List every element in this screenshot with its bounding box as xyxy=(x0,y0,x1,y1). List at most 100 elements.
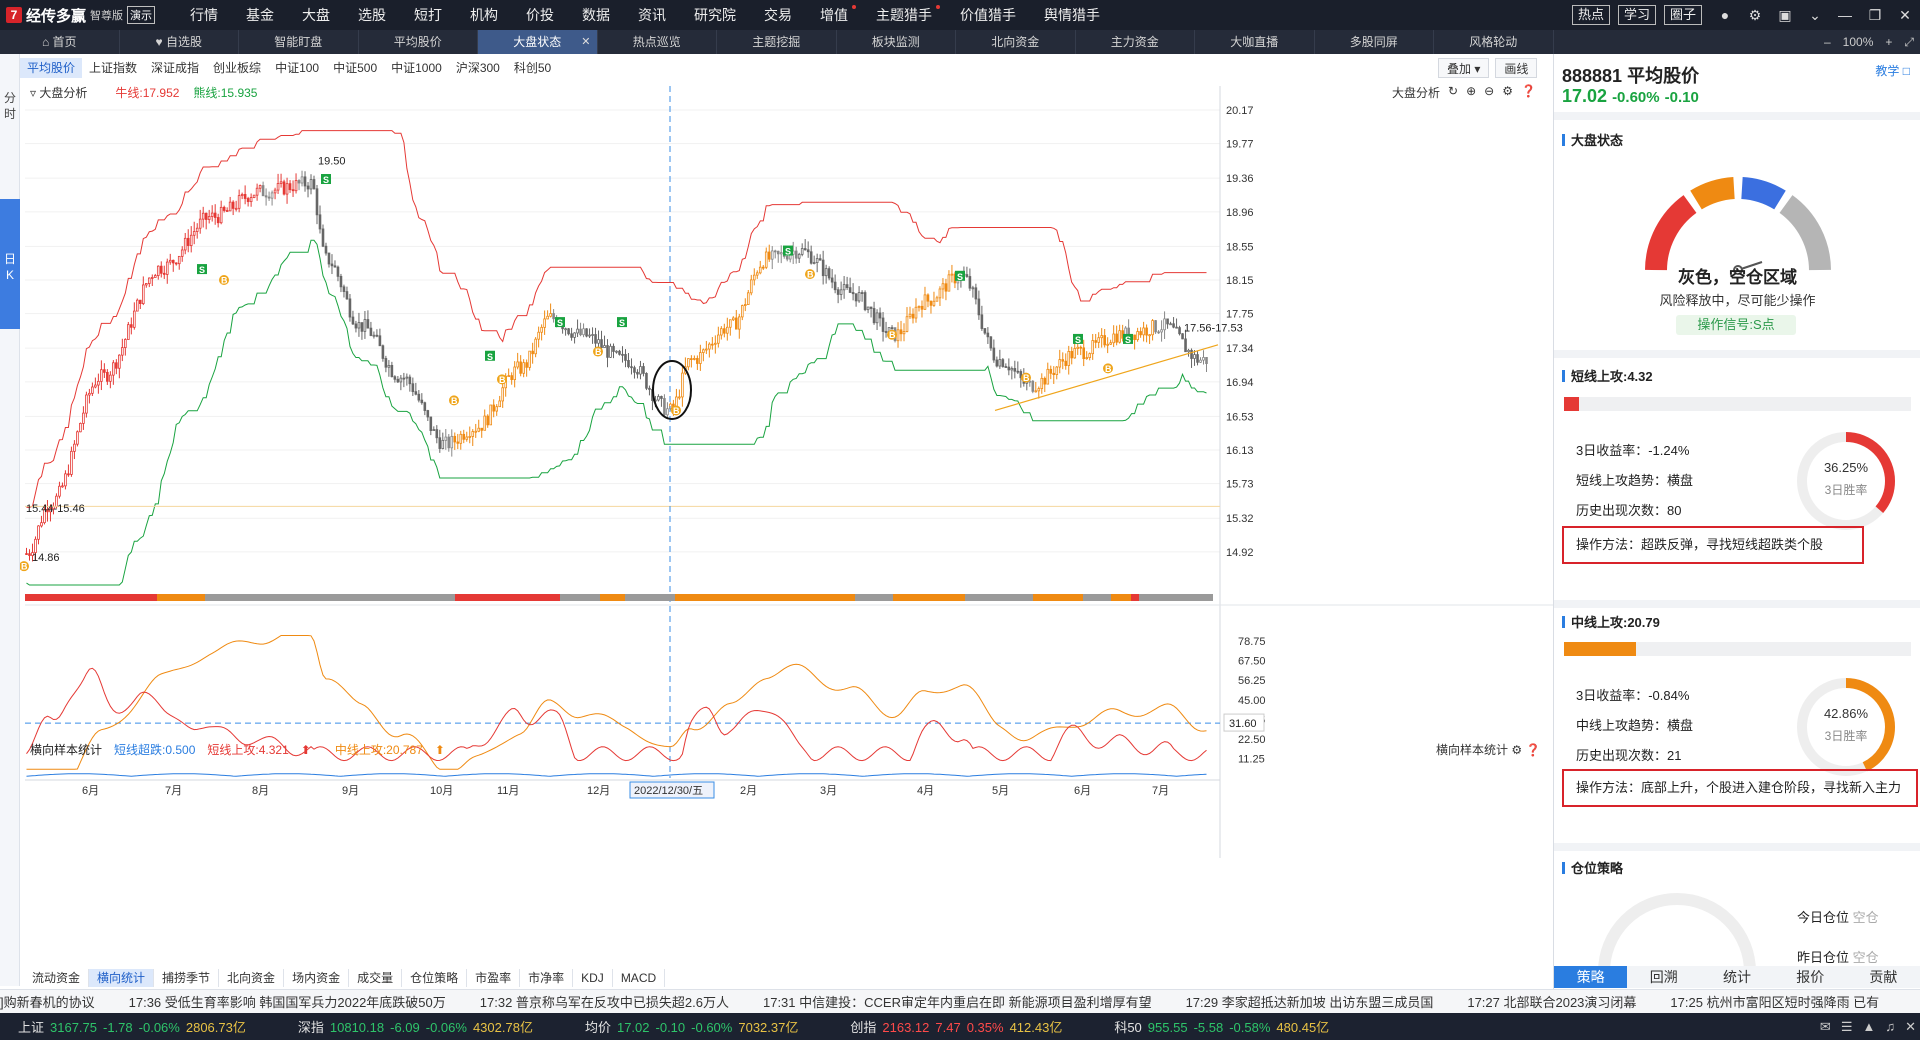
page-tab[interactable]: 风格轮动 xyxy=(1434,30,1554,54)
indicator-help-icon[interactable]: ❓ xyxy=(1525,743,1540,757)
page-tab[interactable]: ⌂ 首页 xyxy=(0,30,120,54)
menu-item[interactable]: 数据 xyxy=(568,5,624,25)
indicator-tab[interactable]: 捕捞季节 xyxy=(154,969,220,987)
menu-item[interactable]: 增值 xyxy=(806,5,862,25)
indicator-tab[interactable]: 横向统计 xyxy=(89,969,155,987)
index-tab[interactable]: 中证100 xyxy=(268,58,326,78)
page-tab[interactable]: 主力资金 xyxy=(1076,30,1195,54)
mail-icon[interactable]: ✉ xyxy=(1820,1019,1831,1035)
page-tab[interactable]: 北向资金 xyxy=(956,30,1076,54)
index-tab[interactable]: 深证成指 xyxy=(144,58,206,78)
candle-body xyxy=(213,212,217,218)
page-tab[interactable]: 热点巡览 xyxy=(598,30,717,54)
status-index[interactable]: 创指 2163.12 7.47 0.35% 412.43亿 xyxy=(850,1017,1068,1036)
page-tab[interactable]: 大咖直播 xyxy=(1195,30,1315,54)
news-item[interactable]: 17:27 北部联合2023演习闭幕 xyxy=(1467,992,1636,1011)
index-tab[interactable]: 中证1000 xyxy=(384,58,449,78)
candle-body xyxy=(70,450,73,475)
panel-tab[interactable]: 回溯 xyxy=(1627,966,1700,988)
page-tab[interactable]: 大盘状态 ✕ xyxy=(478,30,598,54)
panel-tab[interactable]: 统计 xyxy=(1700,966,1773,988)
page-tab[interactable]: 多股同屏 xyxy=(1315,30,1434,54)
hot-button[interactable]: 热点 xyxy=(1571,5,1610,25)
menu-item[interactable]: 资讯 xyxy=(624,5,680,25)
menu-item[interactable]: 大盘 xyxy=(288,5,344,25)
status-index[interactable]: 科50 955.55 -5.58 -0.58% 480.45亿 xyxy=(1114,1017,1335,1036)
draw-line-button[interactable]: 画线 xyxy=(1495,58,1538,78)
candle-body xyxy=(243,194,247,199)
minimize-dropdown-icon[interactable]: ⌄ xyxy=(1800,7,1830,24)
intraday-tab[interactable]: 分时 xyxy=(3,90,17,122)
panel-tab[interactable]: 贡献 xyxy=(1847,966,1920,988)
menu-item[interactable]: 价投 xyxy=(512,5,568,25)
restore-icon[interactable]: ❐ xyxy=(1860,7,1890,24)
candle-body xyxy=(330,263,334,267)
menu-item[interactable]: 短打 xyxy=(400,5,456,25)
indicator-tab[interactable]: 市净率 xyxy=(520,969,574,987)
page-tab[interactable]: 板块监测 xyxy=(837,30,956,54)
indicator-tab[interactable]: 市盈率 xyxy=(467,969,521,987)
sound-icon[interactable]: ♫ xyxy=(1885,1019,1895,1034)
page-tab[interactable]: ♥ 自选股 xyxy=(120,30,239,54)
status-index[interactable]: 均价 17.02 -0.10 -0.60% 7032.37亿 xyxy=(585,1017,804,1036)
overlay-button[interactable]: 叠加 ▾ xyxy=(1438,58,1490,78)
menu-item[interactable]: 舆情猎手 xyxy=(1030,5,1114,25)
user-icon[interactable]: ● xyxy=(1710,7,1740,23)
minimize-icon[interactable]: — xyxy=(1830,7,1860,23)
page-tab[interactable]: 智能盯盘 xyxy=(239,30,359,54)
news-item[interactable]: 17:36 受低生育率影响 韩国国军兵力2022年底跌破50万 xyxy=(129,992,446,1011)
expand-icon[interactable]: ⤢ xyxy=(1898,35,1920,50)
signal-icon[interactable]: ▲ xyxy=(1862,1019,1875,1034)
learn-button[interactable]: 学习 xyxy=(1617,5,1656,25)
close-icon[interactable]: ✕ xyxy=(1890,7,1920,24)
page-tab[interactable]: 平均股价 xyxy=(359,30,478,54)
index-tab[interactable]: 沪深300 xyxy=(449,58,507,78)
menu-item[interactable]: 行情 xyxy=(176,5,232,25)
indicator-tab[interactable]: 场内资金 xyxy=(284,969,350,987)
indicator-settings-icon[interactable]: ⚙ xyxy=(1511,743,1522,757)
news-item[interactable]: 17:32 普京称乌军在反攻中已损失超2.6万人 xyxy=(480,992,729,1011)
gear-icon[interactable]: ⚙ xyxy=(1740,7,1770,24)
candle-body xyxy=(270,192,274,199)
panel-tab[interactable]: 报价 xyxy=(1774,966,1847,988)
index-tab[interactable]: 上证指数 xyxy=(82,58,144,78)
news-item[interactable]: 17:25 杭州市富阳区短时强降雨 已有 xyxy=(1670,992,1879,1011)
menu-item[interactable]: 价值猎手 xyxy=(946,5,1030,25)
indicator-tab[interactable]: 仓位策略 xyxy=(402,969,468,987)
news-item[interactable]: 17:29 李家超抵达新加坡 出访东盟三成员国 xyxy=(1186,992,1434,1011)
status-close-icon[interactable]: ✕ xyxy=(1905,1019,1916,1035)
status-index[interactable]: 上证 3167.75 -1.78 -0.06% 2806.73亿 xyxy=(18,1017,252,1036)
index-tab[interactable]: 创业板综 xyxy=(206,58,268,78)
news-item[interactable]: 17:31 中信建投：CCER审定年内重启在即 新能源项目盈利增厚有望 xyxy=(763,992,1152,1011)
zoom-out-icon[interactable]: – xyxy=(1818,35,1837,49)
indicator-tab[interactable]: 流动资金 xyxy=(24,969,90,987)
menu-item[interactable]: 主题猎手 xyxy=(862,5,946,25)
page-tab[interactable]: 主题挖掘 xyxy=(717,30,837,54)
menu-item[interactable]: 基金 xyxy=(232,5,288,25)
candle-body xyxy=(767,251,771,260)
menu-item[interactable]: 研究院 xyxy=(680,5,750,25)
daily-k-tab[interactable]: 日K xyxy=(0,199,20,329)
status-index[interactable]: 深指 10810.18 -6.09 -0.06% 4302.78亿 xyxy=(298,1017,539,1036)
candle-body xyxy=(621,353,624,356)
state-strip-segment xyxy=(625,594,675,601)
menu-item[interactable]: 机构 xyxy=(456,5,512,25)
index-tab[interactable]: 科创50 xyxy=(507,58,558,78)
index-tab[interactable]: 平均股价 xyxy=(20,58,83,78)
indicator-tab[interactable]: 北向资金 xyxy=(219,969,285,987)
indicator-tab[interactable]: KDJ xyxy=(573,969,613,987)
close-tab-icon[interactable]: ✕ xyxy=(581,30,590,54)
menu-item[interactable]: 选股 xyxy=(344,5,400,25)
circle-button[interactable]: 圈子 xyxy=(1663,5,1702,25)
chart-area[interactable]: 20.17 19.77 19.36 18.96 18.55 18.15 17.75 17.34… xyxy=(20,78,1553,968)
zoom-in-icon[interactable]: + xyxy=(1879,35,1898,49)
panel-tab[interactable]: 策略 xyxy=(1554,966,1628,988)
news-item[interactable]: ]购新春机的协议 xyxy=(0,992,95,1011)
chat-icon[interactable]: ☰ xyxy=(1841,1019,1853,1035)
indicator-tab[interactable]: 成交量 xyxy=(349,969,403,987)
indicator-tab[interactable]: MACD xyxy=(613,969,666,987)
menu-item[interactable]: 交易 xyxy=(750,5,806,25)
index-tab[interactable]: 中证500 xyxy=(326,58,384,78)
window-icon[interactable]: ▣ xyxy=(1770,7,1800,24)
teach-link[interactable]: 教学 □ xyxy=(1875,62,1910,79)
